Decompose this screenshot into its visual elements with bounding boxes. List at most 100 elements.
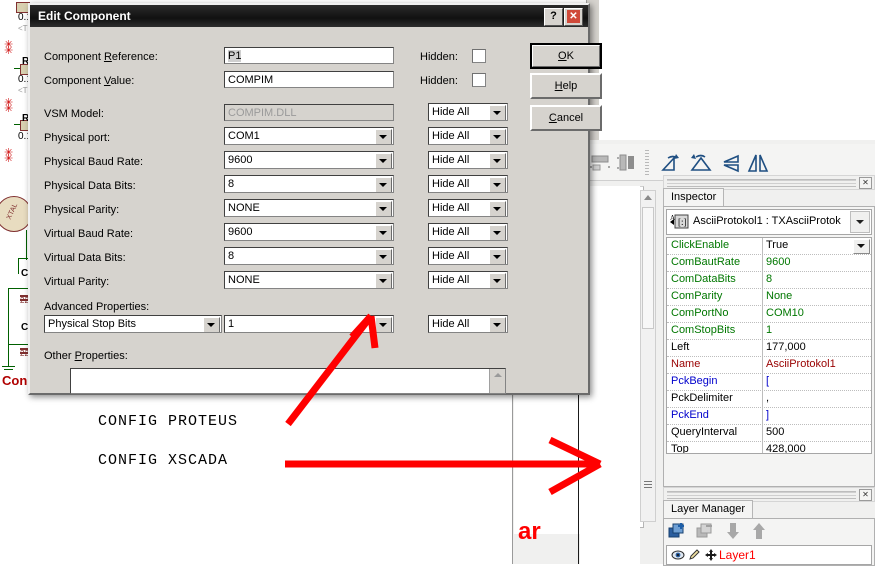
advanced-property-value-combo[interactable]: 1	[224, 315, 394, 333]
dock-grip-2[interactable]	[667, 491, 856, 499]
remove-layer-icon[interactable]	[696, 522, 716, 543]
distribute-horizontal-icon[interactable]	[589, 152, 613, 174]
advanced-property-name-combo[interactable]: Physical Stop Bits	[44, 315, 222, 333]
visibility-eye-icon[interactable]	[671, 549, 685, 564]
tab-layer-manager[interactable]: Layer Manager	[663, 500, 753, 518]
inspector-row[interactable]: PckEnd]	[667, 408, 871, 425]
chevron-down-icon[interactable]	[375, 153, 392, 168]
inspector-property-value[interactable]: 428,000	[766, 443, 864, 453]
inspector-property-value[interactable]: AsciiProtokol1	[766, 358, 864, 370]
inspector-property-value[interactable]: None	[766, 290, 864, 302]
inspector-row[interactable]: ComBautRate 9600	[667, 255, 871, 272]
titlebar-help-button[interactable]: ?	[544, 8, 563, 26]
inspector-row[interactable]: ClickEnable True	[667, 238, 871, 255]
titlebar-close-button[interactable]: ✕	[564, 8, 583, 26]
help-button[interactable]: Help	[530, 73, 602, 99]
chevron-down-icon[interactable]	[375, 129, 392, 144]
chevron-down-icon[interactable]	[489, 317, 506, 332]
inspector-row[interactable]: ComPortNo COM10	[667, 306, 871, 323]
canvas-vertical-scrollbar[interactable]	[640, 190, 656, 522]
flip-horizontal-icon[interactable]	[747, 152, 771, 174]
chevron-down-icon[interactable]	[489, 129, 506, 144]
physical-data-bits-hide-combo[interactable]: Hide All	[428, 175, 508, 193]
add-layer-icon[interactable]	[668, 522, 688, 543]
inspector-row[interactable]: QueryInterval 500	[667, 425, 871, 442]
chevron-down-icon[interactable]	[850, 211, 870, 233]
cancel-button[interactable]: Cancel	[530, 105, 602, 131]
layer-name[interactable]: Layer1	[719, 548, 756, 562]
inspector-row[interactable]: PckBegin [	[667, 374, 871, 391]
vsm-model-hide-combo[interactable]: Hide All	[428, 103, 508, 121]
virtual-baud-rate-hide-combo[interactable]: Hide All	[428, 223, 508, 241]
inspector-row[interactable]: ComStopBits 1	[667, 323, 871, 340]
chevron-down-icon[interactable]	[489, 225, 506, 240]
inspector-row[interactable]: ComDataBits 8	[667, 272, 871, 289]
chevron-down-icon[interactable]	[375, 317, 392, 332]
inspector-property-value[interactable]: 177,000	[766, 341, 864, 353]
virtual-parity-combo[interactable]: NONE	[224, 271, 394, 289]
chevron-down-icon[interactable]	[375, 201, 392, 216]
chevron-down-icon[interactable]	[489, 273, 506, 288]
move-up-icon[interactable]	[750, 522, 768, 543]
inspector-property-value[interactable]: True	[766, 239, 864, 251]
inspector-property-value[interactable]: ]	[766, 409, 864, 421]
ok-button[interactable]: OK	[530, 43, 602, 69]
inspector-property-value[interactable]: 9600	[766, 256, 864, 268]
rotate-right-icon[interactable]	[689, 152, 713, 174]
inspector-property-grid[interactable]: ClickEnable True ComBautRate 9600 ComDataBit…	[666, 237, 872, 454]
physical-baud-rate-combo[interactable]: 9600	[224, 151, 394, 169]
inspector-row[interactable]: Top 428,000	[667, 442, 871, 453]
chevron-down-icon[interactable]	[489, 249, 506, 264]
inspector-close-button[interactable]: ✕	[859, 177, 872, 189]
physical-parity-hide-combo[interactable]: Hide All	[428, 199, 508, 217]
other-properties-textarea[interactable]	[70, 368, 506, 394]
dock-grip[interactable]	[667, 179, 856, 187]
chevron-down-icon[interactable]	[489, 105, 506, 120]
layer-manager-close-button[interactable]: ✕	[859, 489, 872, 501]
chevron-down-icon[interactable]	[489, 177, 506, 192]
distribute-vertical-icon[interactable]	[615, 152, 639, 174]
scrollbar-grip[interactable]	[644, 481, 652, 489]
chevron-down-icon[interactable]	[853, 239, 870, 254]
chevron-down-icon[interactable]	[203, 317, 220, 332]
chevron-down-icon[interactable]	[375, 177, 392, 192]
chevron-down-icon[interactable]	[489, 201, 506, 216]
inspector-row[interactable]: Name AsciiProtokol1	[667, 357, 871, 374]
move-cross-icon[interactable]	[704, 549, 718, 564]
chevron-down-icon[interactable]	[375, 273, 392, 288]
inspector-row[interactable]: ComParity None	[667, 289, 871, 306]
edit-pencil-icon[interactable]	[688, 549, 701, 564]
physical-data-bits-combo[interactable]: 8	[224, 175, 394, 193]
physical-parity-combo[interactable]: NONE	[224, 199, 394, 217]
physical-baud-rate-hide-combo[interactable]: Hide All	[428, 151, 508, 169]
chevron-down-icon[interactable]	[375, 249, 392, 264]
tab-inspector[interactable]: Inspector	[663, 188, 725, 206]
inspector-row[interactable]: Left 177,000	[667, 340, 871, 357]
chevron-down-icon[interactable]	[375, 225, 392, 240]
chevron-down-icon[interactable]	[489, 153, 506, 168]
virtual-baud-rate-combo[interactable]: 9600	[224, 223, 394, 241]
virtual-data-bits-hide-combo[interactable]: Hide All	[428, 247, 508, 265]
advanced-property-hide-combo[interactable]: Hide All	[428, 315, 508, 333]
virtual-data-bits-combo[interactable]: 8	[224, 247, 394, 265]
inspector-property-value[interactable]: ,	[766, 392, 864, 404]
physical-port-combo[interactable]: COM1	[224, 127, 394, 145]
layer-list[interactable]: Layer1	[666, 545, 872, 565]
component-value-input[interactable]: COMPIM	[224, 71, 394, 88]
inspector-property-value[interactable]: [	[766, 375, 864, 387]
physical-port-hide-combo[interactable]: Hide All	[428, 127, 508, 145]
dialog-titlebar[interactable]: Edit Component ? ✕	[30, 5, 588, 27]
component-reference-hidden-checkbox[interactable]	[472, 49, 486, 63]
scrollbar-thumb[interactable]	[642, 207, 654, 329]
other-properties-scrollbar[interactable]	[489, 369, 505, 393]
component-reference-input[interactable]: P1	[224, 47, 394, 64]
scroll-up-icon[interactable]	[644, 195, 652, 200]
rotate-left-icon[interactable]	[659, 152, 683, 174]
inspector-property-value[interactable]: 1	[766, 324, 864, 336]
virtual-parity-hide-combo[interactable]: Hide All	[428, 271, 508, 289]
inspector-property-value[interactable]: COM10	[766, 307, 864, 319]
inspector-object-selector[interactable]: A [:] AsciiProtokol1 : TXAsciiProtokol	[666, 209, 872, 235]
inspector-row[interactable]: PckDelimiter,	[667, 391, 871, 408]
move-down-icon[interactable]	[724, 522, 742, 543]
inspector-property-value[interactable]: 8	[766, 273, 864, 285]
